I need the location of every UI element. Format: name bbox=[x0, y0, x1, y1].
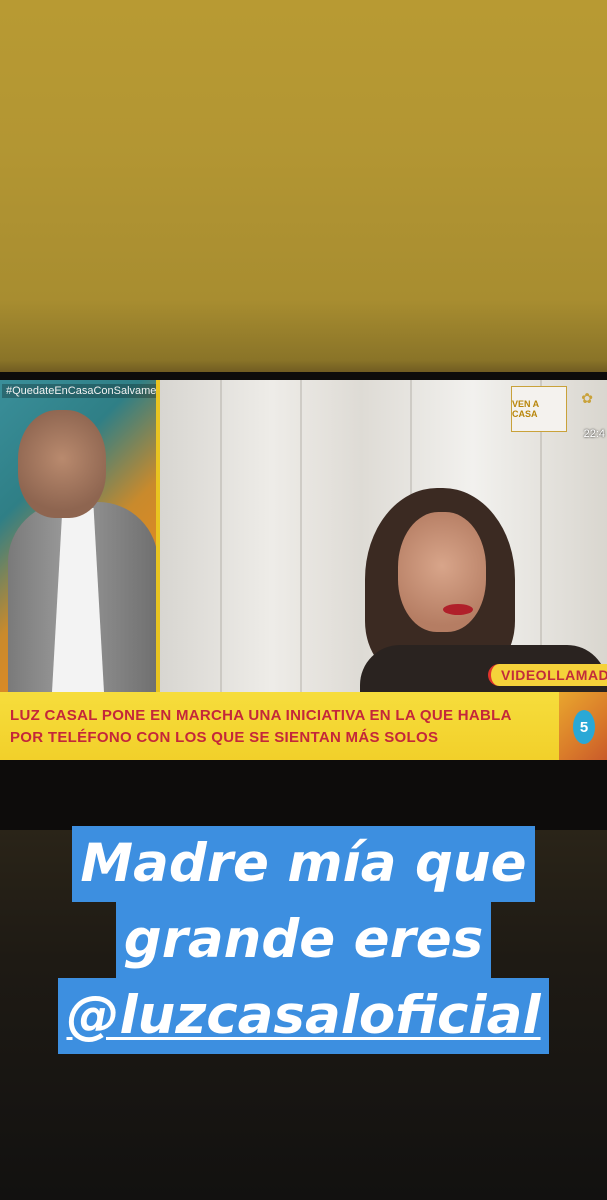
curtain-fold bbox=[220, 380, 222, 692]
curtain-fold bbox=[300, 380, 302, 692]
broadcast-clock: 22:4 bbox=[583, 428, 605, 440]
tv-screen: #QuedateEnCasaConSalvame VIDEOLLAMADA VE… bbox=[0, 380, 607, 760]
ticker-text: LUZ CASAL PONE EN MARCHA UNA INICIATIVA … bbox=[10, 705, 550, 749]
news-ticker: LUZ CASAL PONE EN MARCHA UNA INICIATIVA … bbox=[0, 692, 607, 760]
host-panel: #QuedateEnCasaConSalvame bbox=[0, 380, 160, 692]
ticker-line-1: LUZ CASAL PONE EN MARCHA UNA INICIATIVA … bbox=[10, 707, 512, 724]
caption-line-1: Madre mía que bbox=[72, 826, 535, 902]
guest-face bbox=[398, 512, 486, 632]
caption-mention-block: @luzcasaloficial bbox=[58, 978, 549, 1054]
program-logo-text: VEN A CASA bbox=[512, 399, 539, 419]
channel-logo-icon: 5 bbox=[573, 710, 595, 744]
channel-dots-icon: ✿ bbox=[581, 390, 593, 406]
user-mention-link[interactable]: @luzcasaloficial bbox=[66, 985, 540, 1046]
host-hashtag: #QuedateEnCasaConSalvame bbox=[2, 384, 156, 398]
tv-photo: #QuedateEnCasaConSalvame VIDEOLLAMADA VE… bbox=[0, 372, 607, 830]
host-head bbox=[18, 410, 106, 518]
caption-line-2: grande eres bbox=[115, 902, 492, 978]
guest-lips bbox=[443, 604, 473, 615]
ticker-line-2: POR TELÉFONO CON LOS QUE SE SIENTAN MÁS … bbox=[10, 729, 439, 746]
story-caption: Madre mía que grande eres @luzcasalofici… bbox=[0, 826, 607, 1054]
videollamada-label: VIDEOLLAMADA bbox=[488, 664, 607, 686]
program-logo: VEN A CASA bbox=[511, 386, 567, 432]
ticker-badge: 5 bbox=[559, 692, 607, 760]
